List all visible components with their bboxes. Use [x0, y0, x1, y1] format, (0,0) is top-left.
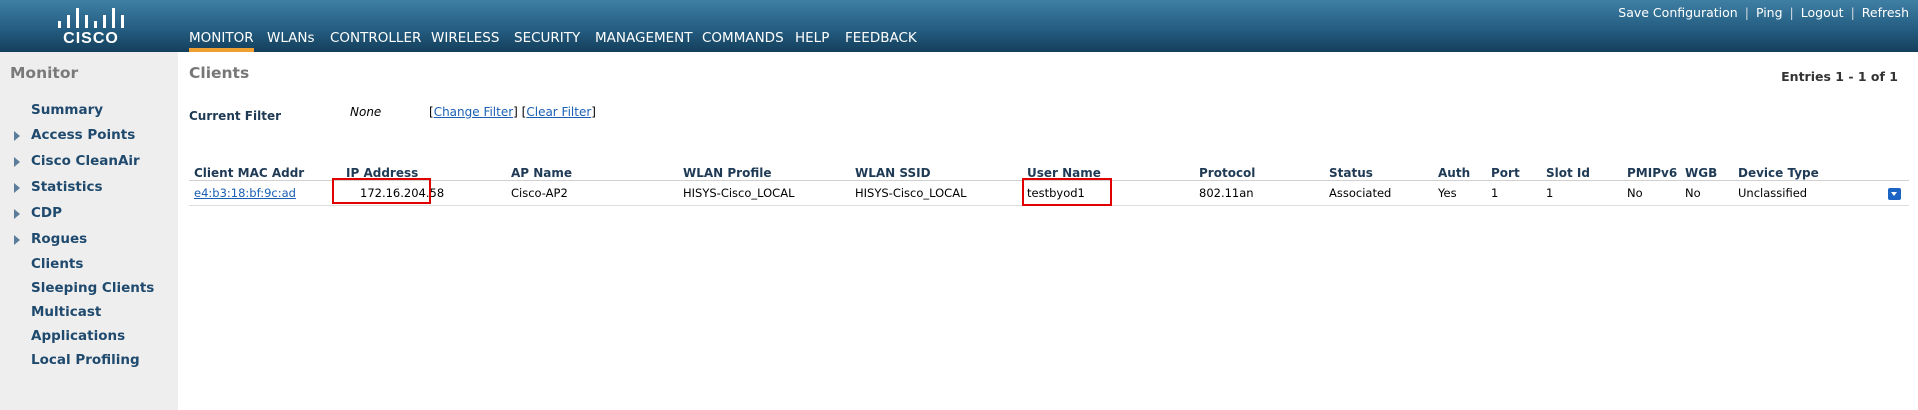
- column-header: WLAN Profile: [678, 158, 850, 181]
- nav-security[interactable]: SECURITY: [514, 30, 580, 46]
- separator: |: [1850, 5, 1855, 20]
- filter-links: [Change Filter] [Clear Filter]: [429, 105, 596, 119]
- entries-count: Entries 1 - 1 of 1: [1781, 69, 1898, 84]
- column-header: WLAN SSID: [850, 158, 1022, 181]
- sidebar-title: Monitor: [10, 64, 79, 82]
- separator: |: [1744, 5, 1749, 20]
- column-header: PMIPv6: [1622, 158, 1680, 181]
- sidebar: Monitor Summary Access Points Cisco Clea…: [0, 52, 178, 410]
- nav-feedback[interactable]: FEEDBACK: [845, 30, 917, 46]
- slot-id-cell: 1: [1541, 180, 1622, 206]
- nav-monitor[interactable]: MONITOR: [189, 30, 254, 52]
- save-configuration-link[interactable]: Save Configuration: [1618, 5, 1737, 20]
- sidebar-item-label: Sleeping Clients: [31, 280, 155, 296]
- ap-name-cell: Cisco-AP2: [506, 180, 678, 206]
- sidebar-item-label: Summary: [31, 102, 104, 118]
- column-header: Status: [1324, 158, 1433, 181]
- sidebar-item-label: Applications: [31, 328, 126, 344]
- column-header: Auth: [1433, 158, 1486, 181]
- sidebar-item-label: CDP: [31, 205, 63, 221]
- sidebar-item-label: Cisco CleanAir: [31, 153, 140, 169]
- sidebar-item-multicast[interactable]: Multicast: [31, 304, 101, 320]
- port-cell: 1: [1486, 180, 1541, 206]
- client-mac-link[interactable]: e4:b3:18:bf:9c:ad: [189, 180, 341, 206]
- current-filter-label: Current Filter: [189, 109, 281, 123]
- wgb-cell: No: [1680, 180, 1733, 206]
- row-dropdown-icon[interactable]: [1888, 187, 1901, 200]
- sidebar-item-label: Rogues: [31, 231, 88, 247]
- current-filter-value: None: [350, 105, 382, 119]
- logout-link[interactable]: Logout: [1801, 5, 1844, 20]
- main-content: Clients Entries 1 - 1 of 1 Current Filte…: [178, 52, 1918, 410]
- auth-cell: Yes: [1433, 180, 1486, 206]
- ping-link[interactable]: Ping: [1756, 5, 1783, 20]
- sidebar-item-statistics[interactable]: Statistics: [14, 179, 103, 195]
- sidebar-item-summary[interactable]: Summary: [31, 102, 103, 118]
- sidebar-item-cisco-cleanair[interactable]: Cisco CleanAir: [14, 153, 140, 169]
- expand-arrow-icon[interactable]: [14, 235, 20, 245]
- protocol-cell: 802.11an: [1194, 180, 1324, 206]
- top-links: Save Configuration | Ping | Logout | Refresh: [1618, 5, 1909, 20]
- status-cell: Associated: [1324, 180, 1433, 206]
- sidebar-item-label: Local Profiling: [31, 352, 140, 368]
- change-filter-link[interactable]: Change Filter: [434, 105, 513, 119]
- nav-controller[interactable]: CONTROLLER: [330, 30, 421, 46]
- sidebar-item-label: Access Points: [31, 127, 136, 143]
- sidebar-item-clients[interactable]: Clients: [31, 256, 83, 272]
- nav-wlans[interactable]: WLANs: [267, 30, 315, 46]
- column-header: Device Type: [1733, 158, 1859, 181]
- column-header: AP Name: [506, 158, 678, 181]
- nav-help[interactable]: HELP: [795, 30, 829, 46]
- cisco-bars-icon: [58, 8, 126, 28]
- cisco-logo: CISCO: [55, 8, 125, 48]
- sidebar-item-local-profiling[interactable]: Local Profiling: [31, 352, 140, 368]
- wlan-ssid-cell: HISYS-Cisco_LOCAL: [850, 180, 1022, 206]
- sidebar-item-label: Multicast: [31, 304, 102, 320]
- nav-commands[interactable]: COMMANDS: [702, 30, 784, 46]
- column-header: Slot Id: [1541, 158, 1622, 181]
- sidebar-item-label: Statistics: [31, 179, 103, 195]
- page-title: Clients: [189, 64, 250, 82]
- wlan-profile-cell: HISYS-Cisco_LOCAL: [678, 180, 850, 206]
- user-name-highlight: [1022, 178, 1112, 206]
- expand-arrow-icon[interactable]: [14, 131, 20, 141]
- device-type-cell: Unclassified: [1733, 180, 1859, 206]
- sidebar-item-label: Clients: [31, 256, 84, 272]
- sidebar-item-applications[interactable]: Applications: [31, 328, 125, 344]
- column-header: WGB: [1680, 158, 1733, 181]
- expand-arrow-icon[interactable]: [14, 209, 20, 219]
- sidebar-item-cdp[interactable]: CDP: [14, 205, 63, 221]
- ip-address-highlight: [332, 178, 431, 204]
- sidebar-item-rogues[interactable]: Rogues: [14, 231, 88, 247]
- row-action-cell: [1859, 180, 1909, 206]
- sidebar-item-access-points[interactable]: Access Points: [14, 127, 136, 143]
- expand-arrow-icon[interactable]: [14, 183, 20, 193]
- column-header: Client MAC Addr: [189, 158, 341, 181]
- nav-wireless[interactable]: WIRELESS: [431, 30, 499, 46]
- logo-text: CISCO: [63, 30, 119, 47]
- pmipv6-cell: No: [1622, 180, 1680, 206]
- nav-management[interactable]: MANAGEMENT: [595, 30, 693, 46]
- top-header: CISCO MONITOR WLANs CONTROLLER WIRELESS …: [0, 0, 1918, 52]
- separator: |: [1789, 5, 1794, 20]
- column-header-blank: [1859, 158, 1909, 181]
- expand-arrow-icon[interactable]: [14, 157, 20, 167]
- clear-filter-link[interactable]: Clear Filter: [526, 105, 591, 119]
- column-header: Protocol: [1194, 158, 1324, 181]
- sidebar-item-sleeping-clients[interactable]: Sleeping Clients: [31, 280, 154, 296]
- column-header: Port: [1486, 158, 1541, 181]
- refresh-link[interactable]: Refresh: [1862, 5, 1909, 20]
